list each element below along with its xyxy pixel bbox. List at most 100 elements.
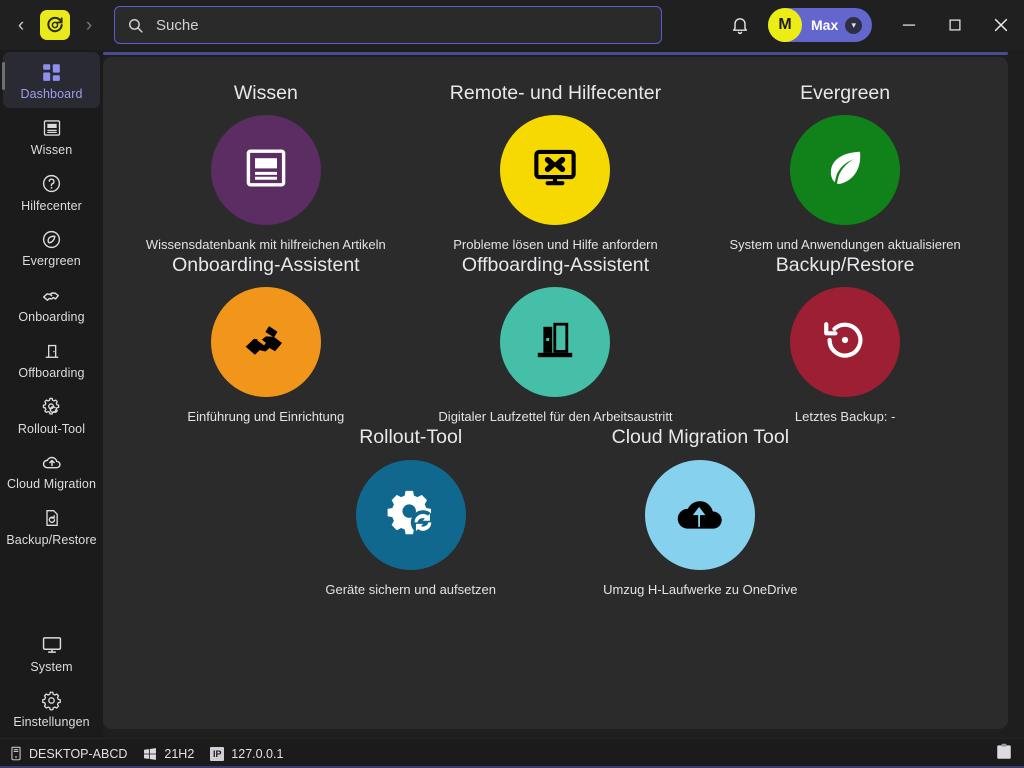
search-icon: [127, 17, 144, 34]
gear-sync-icon: [384, 485, 438, 544]
sidebar-item-label: Einstellungen: [13, 715, 90, 730]
sidebar-item-label: Dashboard: [20, 87, 83, 101]
tile-title: Onboarding-Assistent: [172, 254, 360, 277]
app-window: ‹ › M: [0, 0, 1024, 768]
tile-icon-circle[interactable]: [355, 459, 466, 570]
search-box[interactable]: [114, 6, 662, 44]
sidebar: Dashboard Wissen Hilfecenter Evergreen O…: [0, 50, 103, 738]
sidebar-item-label: Onboarding: [18, 310, 85, 324]
titlebar-right-group: M Max ▾: [718, 0, 1024, 50]
sidebar-item-label: Offboarding: [18, 365, 85, 380]
notifications-button[interactable]: [718, 0, 762, 50]
tile-subtitle: Wissensdatenbank mit hilfreichen Artikel…: [145, 237, 386, 253]
tile-subtitle: Letztes Backup: -: [794, 409, 896, 425]
sidebar-item-hilfecenter[interactable]: Hilfecenter: [0, 164, 103, 220]
tile-onboarding-assistent[interactable]: Onboarding-Assistent Einführung und Einr…: [121, 254, 411, 427]
tile-subtitle: Einführung und Einrichtung: [187, 409, 345, 425]
sidebar-item-label: Rollout-Tool: [17, 421, 86, 436]
handshake-icon: [240, 314, 292, 371]
door-exit-icon: [531, 316, 579, 369]
status-os-version: 21H2: [143, 747, 194, 761]
restore-icon: [820, 315, 870, 370]
sidebar-item-backup-restore[interactable]: Backup/Restore: [0, 498, 103, 554]
tile-offboarding-assistent[interactable]: Offboarding-Assistent Digitaler Laufzett…: [411, 254, 701, 427]
tile-icon-circle[interactable]: [210, 115, 321, 226]
remote-desktop-icon: [529, 142, 581, 199]
help-circle-icon: [41, 171, 62, 197]
ip-badge-icon: IP: [210, 746, 225, 761]
chevron-down-icon[interactable]: ▾: [845, 16, 863, 34]
user-menu[interactable]: M Max ▾: [768, 8, 872, 42]
windows-icon: [143, 747, 157, 761]
app-logo-icon[interactable]: [40, 10, 70, 40]
cloud-upload-icon: [41, 449, 63, 475]
minimize-button[interactable]: [886, 0, 932, 50]
tile-remote-hilfecenter[interactable]: Remote- und Hilfecenter Probleme lösen u…: [411, 82, 701, 255]
leaf-compass-icon: [41, 226, 62, 252]
sidebar-item-label: Evergreen: [22, 254, 81, 269]
status-ip-address: IP 127.0.0.1: [210, 746, 284, 761]
sidebar-item-cloud-migration[interactable]: Cloud Migration: [0, 442, 103, 498]
sidebar-item-label: Cloud Migration: [6, 477, 97, 492]
tile-title: Cloud Migration Tool: [611, 426, 790, 449]
tile-icon-circle[interactable]: [500, 115, 611, 226]
tile-icon-circle[interactable]: [210, 287, 321, 398]
tile-title: Offboarding-Assistent: [461, 254, 650, 277]
sidebar-item-wissen[interactable]: Wissen: [0, 108, 103, 164]
tile-subtitle: Umzug H-Laufwerke zu OneDrive: [603, 581, 798, 597]
tile-subtitle: System und Anwendungen aktualisieren: [729, 237, 961, 253]
dashboard-panel: Wissen Wissensdatenbank mit hilfreichen …: [103, 57, 1008, 729]
tile-title: Wissen: [233, 82, 298, 104]
leaf-icon: [820, 143, 870, 198]
user-name: Max: [811, 17, 839, 33]
sidebar-item-onboarding[interactable]: Onboarding: [0, 275, 103, 331]
status-bar: DESKTOP-ABCD 21H2 IP 127.0.0.1: [0, 738, 1024, 768]
tile-evergreen[interactable]: Evergreen System und Anwendungen aktuali…: [700, 82, 990, 255]
tile-cloud-migration-tool[interactable]: Cloud Migration Tool Umzug H-Laufwerke z…: [556, 426, 846, 599]
restore-page-icon: [42, 505, 62, 531]
cloud-upload-icon: [673, 485, 727, 544]
sidebar-item-dashboard[interactable]: Dashboard: [2, 52, 100, 108]
tile-icon-circle[interactable]: [645, 459, 756, 570]
title-bar: ‹ › M: [0, 0, 1024, 50]
forward-button[interactable]: ›: [76, 8, 102, 42]
tile-backup-restore[interactable]: Backup/Restore Letztes Backup: -: [700, 254, 990, 427]
tile-title: Backup/Restore: [775, 254, 915, 277]
tile-icon-circle[interactable]: [500, 287, 611, 398]
sidebar-item-label: Wissen: [30, 142, 73, 157]
ip-address-label: 127.0.0.1: [231, 746, 284, 761]
door-exit-icon: [42, 338, 62, 364]
close-button[interactable]: [978, 0, 1024, 50]
search-input[interactable]: [156, 16, 649, 34]
tile-icon-circle[interactable]: [790, 115, 901, 226]
accent-line: [103, 52, 1008, 55]
sidebar-item-einstellungen[interactable]: Einstellungen: [0, 680, 103, 738]
gear-sync-icon: [41, 394, 62, 420]
ip-badge-label: IP: [210, 746, 225, 761]
os-version-label: 21H2: [164, 746, 195, 761]
article-icon: [42, 115, 62, 141]
clipboard-icon[interactable]: [996, 743, 1012, 764]
tile-rollout-tool[interactable]: Rollout-Tool Geräte sichern und aufsetze…: [266, 426, 556, 599]
gear-icon: [41, 687, 62, 713]
sidebar-item-rollout-tool[interactable]: Rollout-Tool: [0, 387, 103, 443]
computer-icon: [10, 746, 22, 761]
sidebar-item-label: Backup/Restore: [6, 533, 97, 547]
tile-title: Rollout-Tool: [359, 426, 463, 449]
status-right-group: [996, 743, 1012, 764]
tile-subtitle: Probleme lösen und Hilfe anfordern: [453, 237, 658, 253]
sidebar-item-offboarding[interactable]: Offboarding: [0, 331, 103, 387]
sidebar-item-label: Hilfecenter: [21, 198, 82, 213]
hostname-label: DESKTOP-ABCD: [29, 746, 128, 761]
app-body: Dashboard Wissen Hilfecenter Evergreen O…: [0, 50, 1024, 738]
tile-icon-circle[interactable]: [790, 287, 901, 398]
maximize-button[interactable]: [932, 0, 978, 50]
tile-subtitle: Geräte sichern und aufsetzen: [325, 581, 496, 597]
tile-subtitle: Digitaler Laufzettel für den Arbeitsaust…: [438, 409, 673, 425]
sidebar-item-system[interactable]: System: [0, 625, 103, 681]
article-icon: [242, 144, 290, 197]
tile-wissen[interactable]: Wissen Wissensdatenbank mit hilfreichen …: [121, 82, 411, 255]
back-button[interactable]: ‹: [8, 8, 34, 42]
sidebar-item-evergreen[interactable]: Evergreen: [0, 219, 103, 275]
